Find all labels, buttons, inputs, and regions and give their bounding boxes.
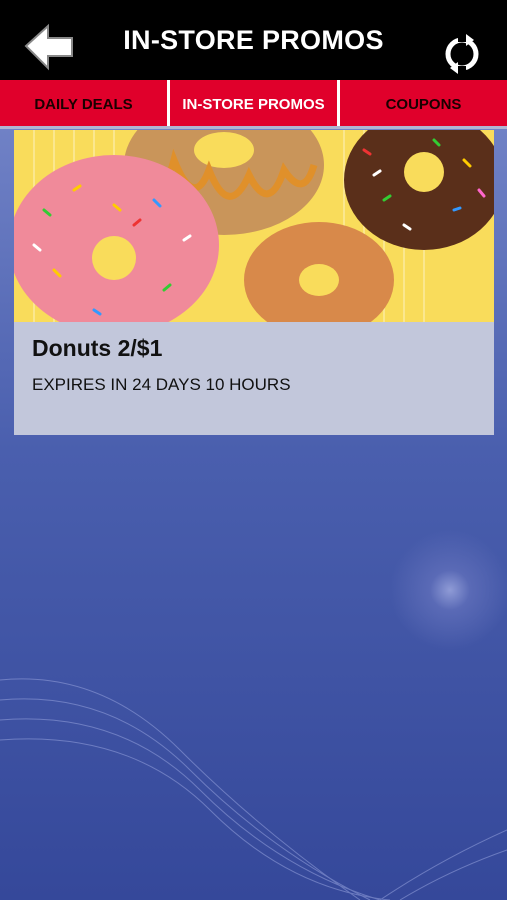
app-header: IN-STORE PROMOS (0, 0, 507, 80)
refresh-icon[interactable] (440, 32, 484, 76)
promo-title: Donuts 2/$1 (32, 335, 163, 361)
promo-expiry: EXPIRES IN 24 DAYS 10 HOURS (32, 375, 291, 394)
background-wave-decoration (0, 678, 507, 900)
tab-divider (0, 126, 507, 129)
tab-daily-deals[interactable]: DAILY DEALS (0, 80, 170, 128)
promo-card[interactable]: Donuts 2/$1 EXPIRES IN 24 DAYS 10 HOURS (14, 130, 494, 435)
tab-coupons[interactable]: COUPONS (340, 80, 507, 128)
tab-in-store-promos[interactable]: IN-STORE PROMOS (170, 80, 340, 128)
tab-bar: DAILY DEALS IN-STORE PROMOS COUPONS (0, 80, 507, 128)
donuts-image (14, 130, 494, 322)
back-arrow-icon[interactable] (22, 22, 78, 78)
